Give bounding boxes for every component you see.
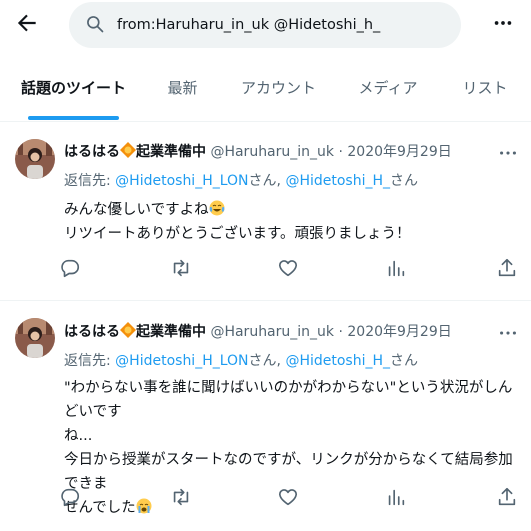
search-input[interactable]: [117, 2, 447, 48]
reply-suffix: さん: [390, 173, 418, 189]
tweet[interactable]: はるはる 起業準備中 @Haruharu_in_uk · 2020年9月29日 返…: [0, 122, 531, 301]
tab-top[interactable]: 話題のツイート: [14, 60, 133, 121]
search-tabs: 話題のツイート 最新 アカウント メディア リスト: [0, 60, 531, 122]
mention-link[interactable]: @Hidetoshi_H_LON: [115, 173, 248, 189]
reply-mid: さん,: [248, 173, 286, 189]
views-icon[interactable]: [385, 486, 407, 508]
separator-dot: ·: [338, 144, 343, 160]
mention-link[interactable]: @Hidetoshi_H_: [285, 173, 390, 189]
avatar[interactable]: [15, 139, 55, 179]
tab-latest[interactable]: 最新: [160, 60, 205, 121]
back-arrow-icon[interactable]: [14, 10, 40, 36]
mention-link[interactable]: @Hidetoshi_H_: [285, 353, 390, 369]
tweet[interactable]: はるはる 起業準備中 @Haruharu_in_uk · 2020年9月29日 返…: [0, 302, 531, 531]
reply-icon[interactable]: [59, 486, 81, 508]
tweet-actions: [0, 257, 531, 287]
tweet-line: リツイートありがとうございます。頑張りましょう！: [64, 226, 411, 242]
reply-context: 返信先: @Hidetoshi_H_LONさん, @Hidetoshi_H_さん: [64, 170, 418, 190]
tab-lists[interactable]: リスト: [455, 60, 515, 121]
sun-emoji-icon: [120, 322, 136, 338]
tweet-more-icon[interactable]: [497, 142, 519, 164]
search-icon: [87, 16, 104, 33]
reply-icon[interactable]: [59, 257, 81, 279]
tab-accounts[interactable]: アカウント: [236, 60, 321, 121]
display-name[interactable]: はるはる: [64, 144, 120, 160]
retweet-icon[interactable]: [170, 486, 192, 508]
tweet-line: ね...: [64, 428, 93, 444]
tweet-header: はるはる 起業準備中 @Haruharu_in_uk · 2020年9月29日: [64, 321, 452, 341]
top-bar: [0, 0, 531, 52]
tears-of-joy-emoji-icon: [209, 200, 225, 216]
tweet-text: みんな優しいですよね リツイートありがとうございます。頑張りましょう！: [64, 198, 519, 246]
tweet-date[interactable]: 2020年9月29日: [347, 324, 451, 340]
sun-emoji-icon: [120, 142, 136, 158]
search-box[interactable]: [69, 2, 461, 48]
avatar[interactable]: [15, 318, 55, 358]
reply-mid: さん,: [248, 353, 286, 369]
reply-prefix: 返信先:: [64, 353, 116, 369]
retweet-icon[interactable]: [170, 257, 192, 279]
tab-media[interactable]: メディア: [353, 60, 423, 121]
mention-link[interactable]: @Hidetoshi_H_LON: [115, 353, 248, 369]
reply-suffix: さん: [390, 353, 418, 369]
separator-dot: ·: [338, 324, 343, 340]
display-name-suffix[interactable]: 起業準備中: [136, 144, 206, 160]
like-icon[interactable]: [277, 486, 299, 508]
like-icon[interactable]: [277, 257, 299, 279]
tweet-line: "わからない事を誰に聞けばいいのかがわからない"という状況がしんどいです: [64, 380, 513, 420]
tweet-header: はるはる 起業準備中 @Haruharu_in_uk · 2020年9月29日: [64, 141, 452, 161]
tweet-actions: [0, 486, 531, 516]
user-handle[interactable]: @Haruharu_in_uk: [210, 144, 334, 160]
user-handle[interactable]: @Haruharu_in_uk: [210, 324, 334, 340]
display-name-suffix[interactable]: 起業準備中: [136, 324, 206, 340]
more-icon[interactable]: [492, 12, 514, 34]
tweet-more-icon[interactable]: [497, 322, 519, 344]
active-tab-indicator: [28, 116, 119, 120]
display-name[interactable]: はるはる: [64, 324, 120, 340]
tweet-date[interactable]: 2020年9月29日: [347, 144, 451, 160]
views-icon[interactable]: [385, 257, 407, 279]
tweet-line: みんな優しいですよね: [64, 202, 209, 218]
share-icon[interactable]: [496, 486, 518, 508]
share-icon[interactable]: [496, 257, 518, 279]
reply-prefix: 返信先:: [64, 173, 116, 189]
reply-context: 返信先: @Hidetoshi_H_LONさん, @Hidetoshi_H_さん: [64, 350, 418, 370]
